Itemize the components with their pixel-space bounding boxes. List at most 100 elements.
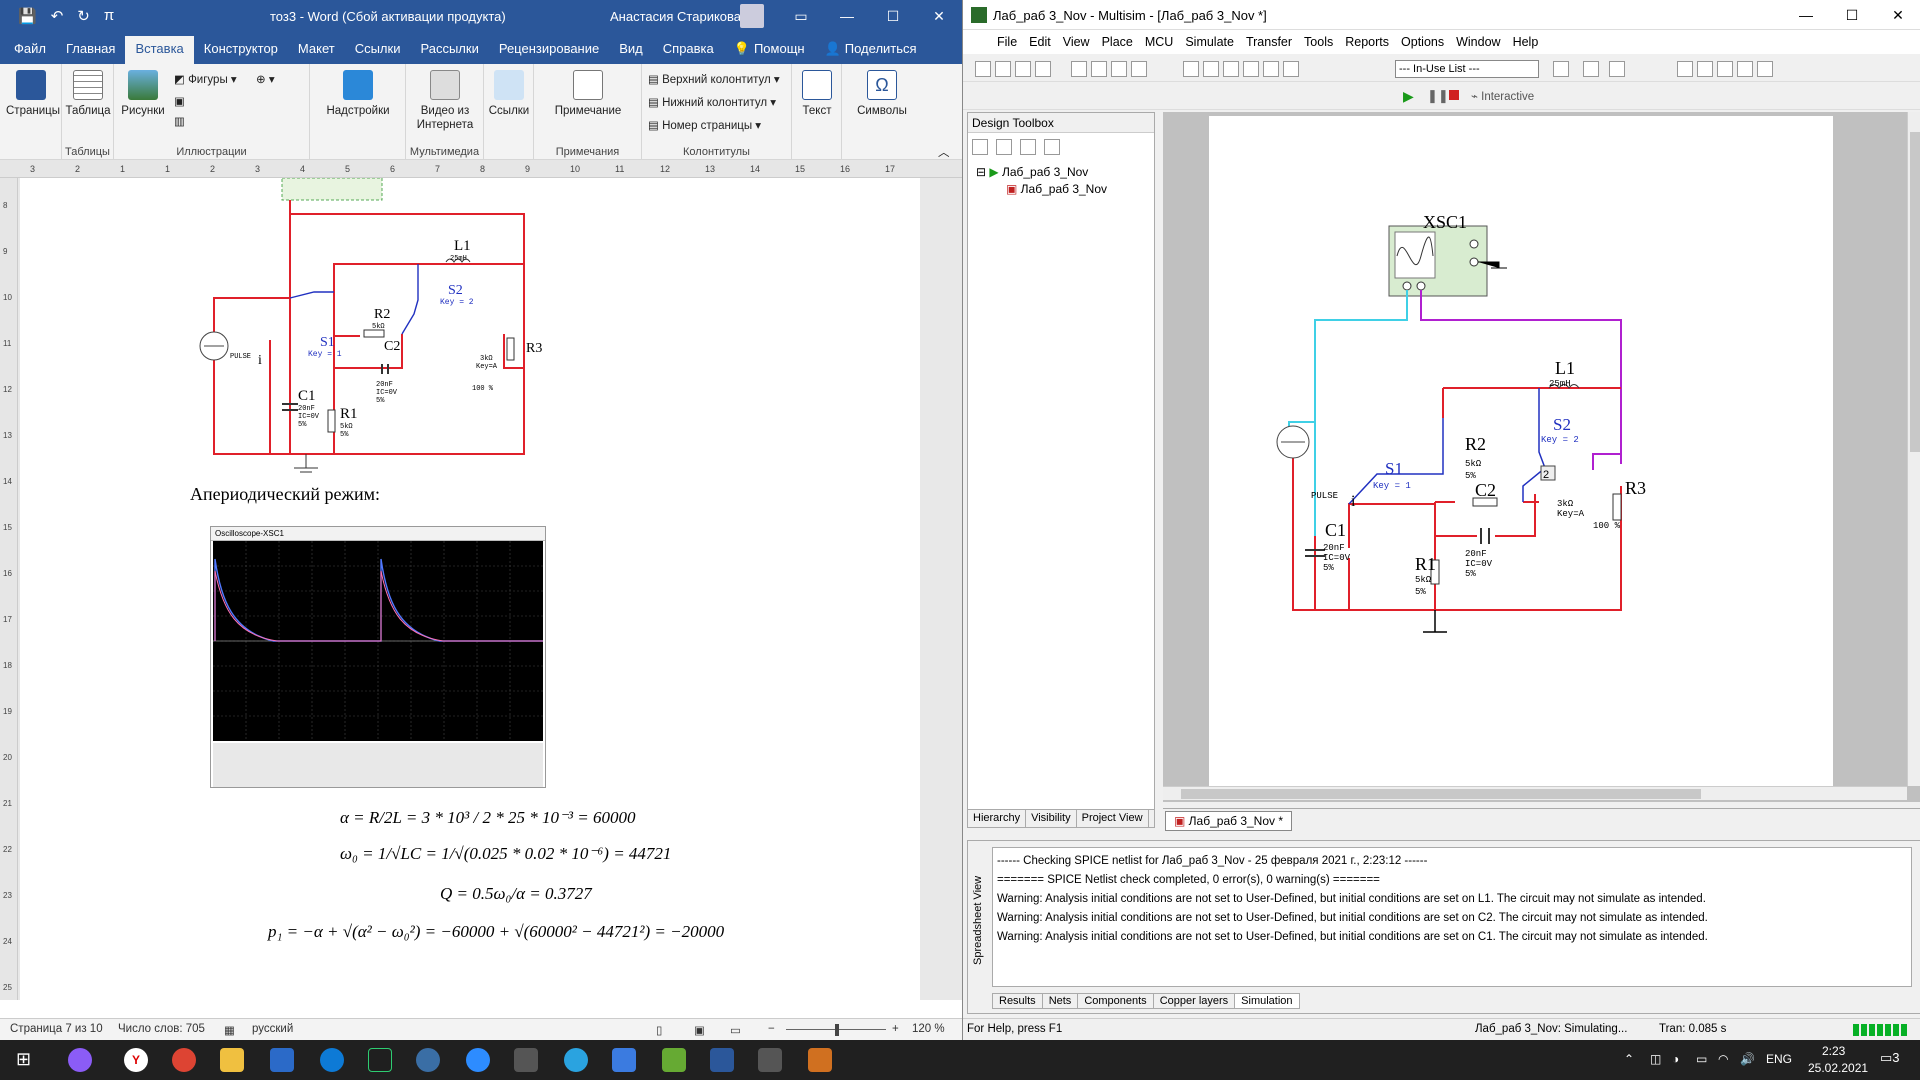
read-mode-icon[interactable]: ▯ <box>656 1023 662 1037</box>
schematic-workspace[interactable]: XSC1 2 L1 25mH S2 Key = 2 S1 Key = 1 R2 … <box>1163 112 1920 802</box>
zoom-in-icon[interactable]: + <box>892 1023 899 1035</box>
language[interactable]: русский <box>252 1023 293 1035</box>
menu-place[interactable]: Place <box>1096 30 1139 54</box>
screenshot-icon[interactable]: ⊕ ▾ <box>256 72 275 86</box>
notifications-icon[interactable]: ▭3 <box>1880 1050 1900 1066</box>
chrome-icon[interactable] <box>172 1048 196 1072</box>
tab-help[interactable]: Справка <box>653 36 724 64</box>
database-icon[interactable] <box>1223 61 1239 77</box>
menu-edit[interactable]: Edit <box>1023 30 1057 54</box>
horizontal-scrollbar[interactable] <box>1163 786 1907 800</box>
fullscreen-icon[interactable] <box>1757 61 1773 77</box>
volume-icon[interactable]: 🔊 <box>1740 1052 1755 1066</box>
tree-root[interactable]: ⊟ ▶ Лаб_раб 3_Nov <box>976 165 1107 179</box>
zoom-area-icon[interactable] <box>1717 61 1733 77</box>
zoom-in-icon[interactable] <box>1677 61 1693 77</box>
interactive-mode-button[interactable]: ⌁ Interactive <box>1471 89 1534 103</box>
zoom-slider-thumb[interactable] <box>835 1024 839 1036</box>
zoom-fit-icon[interactable] <box>1737 61 1753 77</box>
tab-references[interactable]: Ссылки <box>345 36 411 64</box>
footer-button[interactable]: ▤ Нижний колонтитул ▾ <box>648 95 776 109</box>
zoom-level[interactable]: 120 % <box>912 1023 945 1035</box>
table-button[interactable]: Таблица <box>64 70 112 118</box>
tab-insert[interactable]: Вставка <box>125 36 194 64</box>
shapes-button[interactable]: ◩ Фигуры ▾ <box>174 72 237 86</box>
document-area[interactable]: L1 25mH S2 Key = 2 S1 Key = 1 R2 5kΩ C2 … <box>18 178 962 1000</box>
menu-window[interactable]: Window <box>1450 30 1506 54</box>
sheet-tab[interactable]: ▣ Лаб_раб 3_Nov * <box>1165 811 1293 831</box>
ms-close-button[interactable]: ✕ <box>1875 0 1920 30</box>
print-preview-icon[interactable] <box>1071 61 1087 77</box>
online-video-button[interactable]: Видео из Интернета <box>410 70 480 132</box>
horizontal-scrollbar-thumb[interactable] <box>1181 789 1701 799</box>
schematic-sheet[interactable]: XSC1 2 L1 25mH S2 Key = 2 S1 Key = 1 R2 … <box>1209 116 1833 786</box>
tab-mailings[interactable]: Рассылки <box>410 36 488 64</box>
menu-options[interactable]: Options <box>1395 30 1450 54</box>
menu-mcu[interactable]: MCU <box>1139 30 1179 54</box>
calculator-icon[interactable] <box>270 1048 294 1072</box>
app-icon-cube[interactable] <box>612 1048 636 1072</box>
run-simulation-icon[interactable]: ▶ <box>1403 88 1414 105</box>
tree-child[interactable]: ▣ Лаб_раб 3_Nov <box>976 182 1107 196</box>
tab-simulation[interactable]: Simulation <box>1234 993 1300 1009</box>
maximize-button[interactable]: ☐ <box>870 0 916 32</box>
grapher-icon[interactable] <box>1183 61 1199 77</box>
file-explorer-icon[interactable] <box>220 1048 244 1072</box>
avatar[interactable] <box>740 4 764 28</box>
close-design-icon[interactable] <box>1044 139 1060 155</box>
minimize-button[interactable]: — <box>824 0 870 32</box>
erc-icon[interactable] <box>1283 61 1299 77</box>
tray-chevron-icon[interactable]: ⌃ <box>1624 1052 1634 1066</box>
smartart-icon[interactable]: ▣ <box>174 94 185 108</box>
tray-icon-b[interactable]: ◑ <box>1672 1052 1679 1066</box>
tab-visibility[interactable]: Visibility <box>1026 810 1077 827</box>
cut-icon[interactable] <box>1091 61 1107 77</box>
wifi-icon[interactable]: ◠ <box>1718 1052 1728 1066</box>
spreadsheet-icon[interactable] <box>1203 61 1219 77</box>
menu-transfer[interactable]: Transfer <box>1240 30 1298 54</box>
clock-time[interactable]: 2:23 <box>1822 1044 1845 1058</box>
page-counter[interactable]: Страница 7 из 10 <box>10 1023 103 1035</box>
find-examples-icon[interactable] <box>1583 61 1599 77</box>
tab-components[interactable]: Components <box>1077 993 1154 1009</box>
app-icon-tools[interactable] <box>758 1048 782 1072</box>
zoom-app-icon[interactable] <box>466 1048 490 1072</box>
addins-button[interactable]: Надстройки <box>318 70 398 118</box>
ms-minimize-button[interactable]: — <box>1783 0 1829 30</box>
tab-share[interactable]: 👤 Поделиться <box>815 36 927 64</box>
menu-help[interactable]: Help <box>1507 30 1545 54</box>
print-layout-icon[interactable]: ▣ <box>694 1023 705 1037</box>
pages-button[interactable]: Страницы <box>6 70 60 118</box>
clock-date[interactable]: 25.02.2021 <box>1808 1061 1868 1075</box>
web-layout-icon[interactable]: ▭ <box>730 1023 741 1037</box>
tab-project-view[interactable]: Project View <box>1077 810 1149 827</box>
zoom-out-icon[interactable]: − <box>768 1023 775 1035</box>
app-icon-purple[interactable] <box>68 1048 92 1072</box>
tray-icon-a[interactable]: ◫ <box>1650 1052 1661 1066</box>
paste-icon[interactable] <box>1131 61 1147 77</box>
zoom-out-icon[interactable] <box>1697 61 1713 77</box>
app-icon-gray[interactable] <box>514 1048 538 1072</box>
tab-design[interactable]: Конструктор <box>194 36 288 64</box>
ribbon-display-icon[interactable]: ▭ <box>778 0 824 32</box>
simulation-log[interactable]: ------ Checking SPICE netlist for Лаб_ра… <box>992 847 1912 987</box>
expand-icon[interactable]: ⊟ <box>976 165 989 179</box>
new-design-icon[interactable] <box>972 139 988 155</box>
text-button[interactable]: Текст <box>796 70 838 118</box>
multisim-taskbar-icon[interactable] <box>808 1048 832 1072</box>
stop-simulation-icon[interactable] <box>1449 90 1459 100</box>
tab-tell-me[interactable]: 💡 Помощн <box>724 36 815 64</box>
tab-layout[interactable]: Макет <box>288 36 345 64</box>
ms-maximize-button[interactable]: ☐ <box>1829 0 1875 30</box>
vertical-scrollbar-thumb[interactable] <box>1910 132 1920 452</box>
teamviewer-icon[interactable] <box>320 1048 344 1072</box>
save-icon[interactable] <box>1015 61 1031 77</box>
tab-copper-layers[interactable]: Copper layers <box>1152 993 1236 1009</box>
yandex-browser-icon[interactable]: Y <box>124 1048 148 1072</box>
copy-icon[interactable] <box>1111 61 1127 77</box>
close-button[interactable]: ✕ <box>916 0 962 32</box>
menu-file[interactable]: File <box>991 30 1023 54</box>
save-design-icon[interactable] <box>1020 139 1036 155</box>
new-file-icon[interactable] <box>975 61 991 77</box>
open-design-icon[interactable] <box>996 139 1012 155</box>
